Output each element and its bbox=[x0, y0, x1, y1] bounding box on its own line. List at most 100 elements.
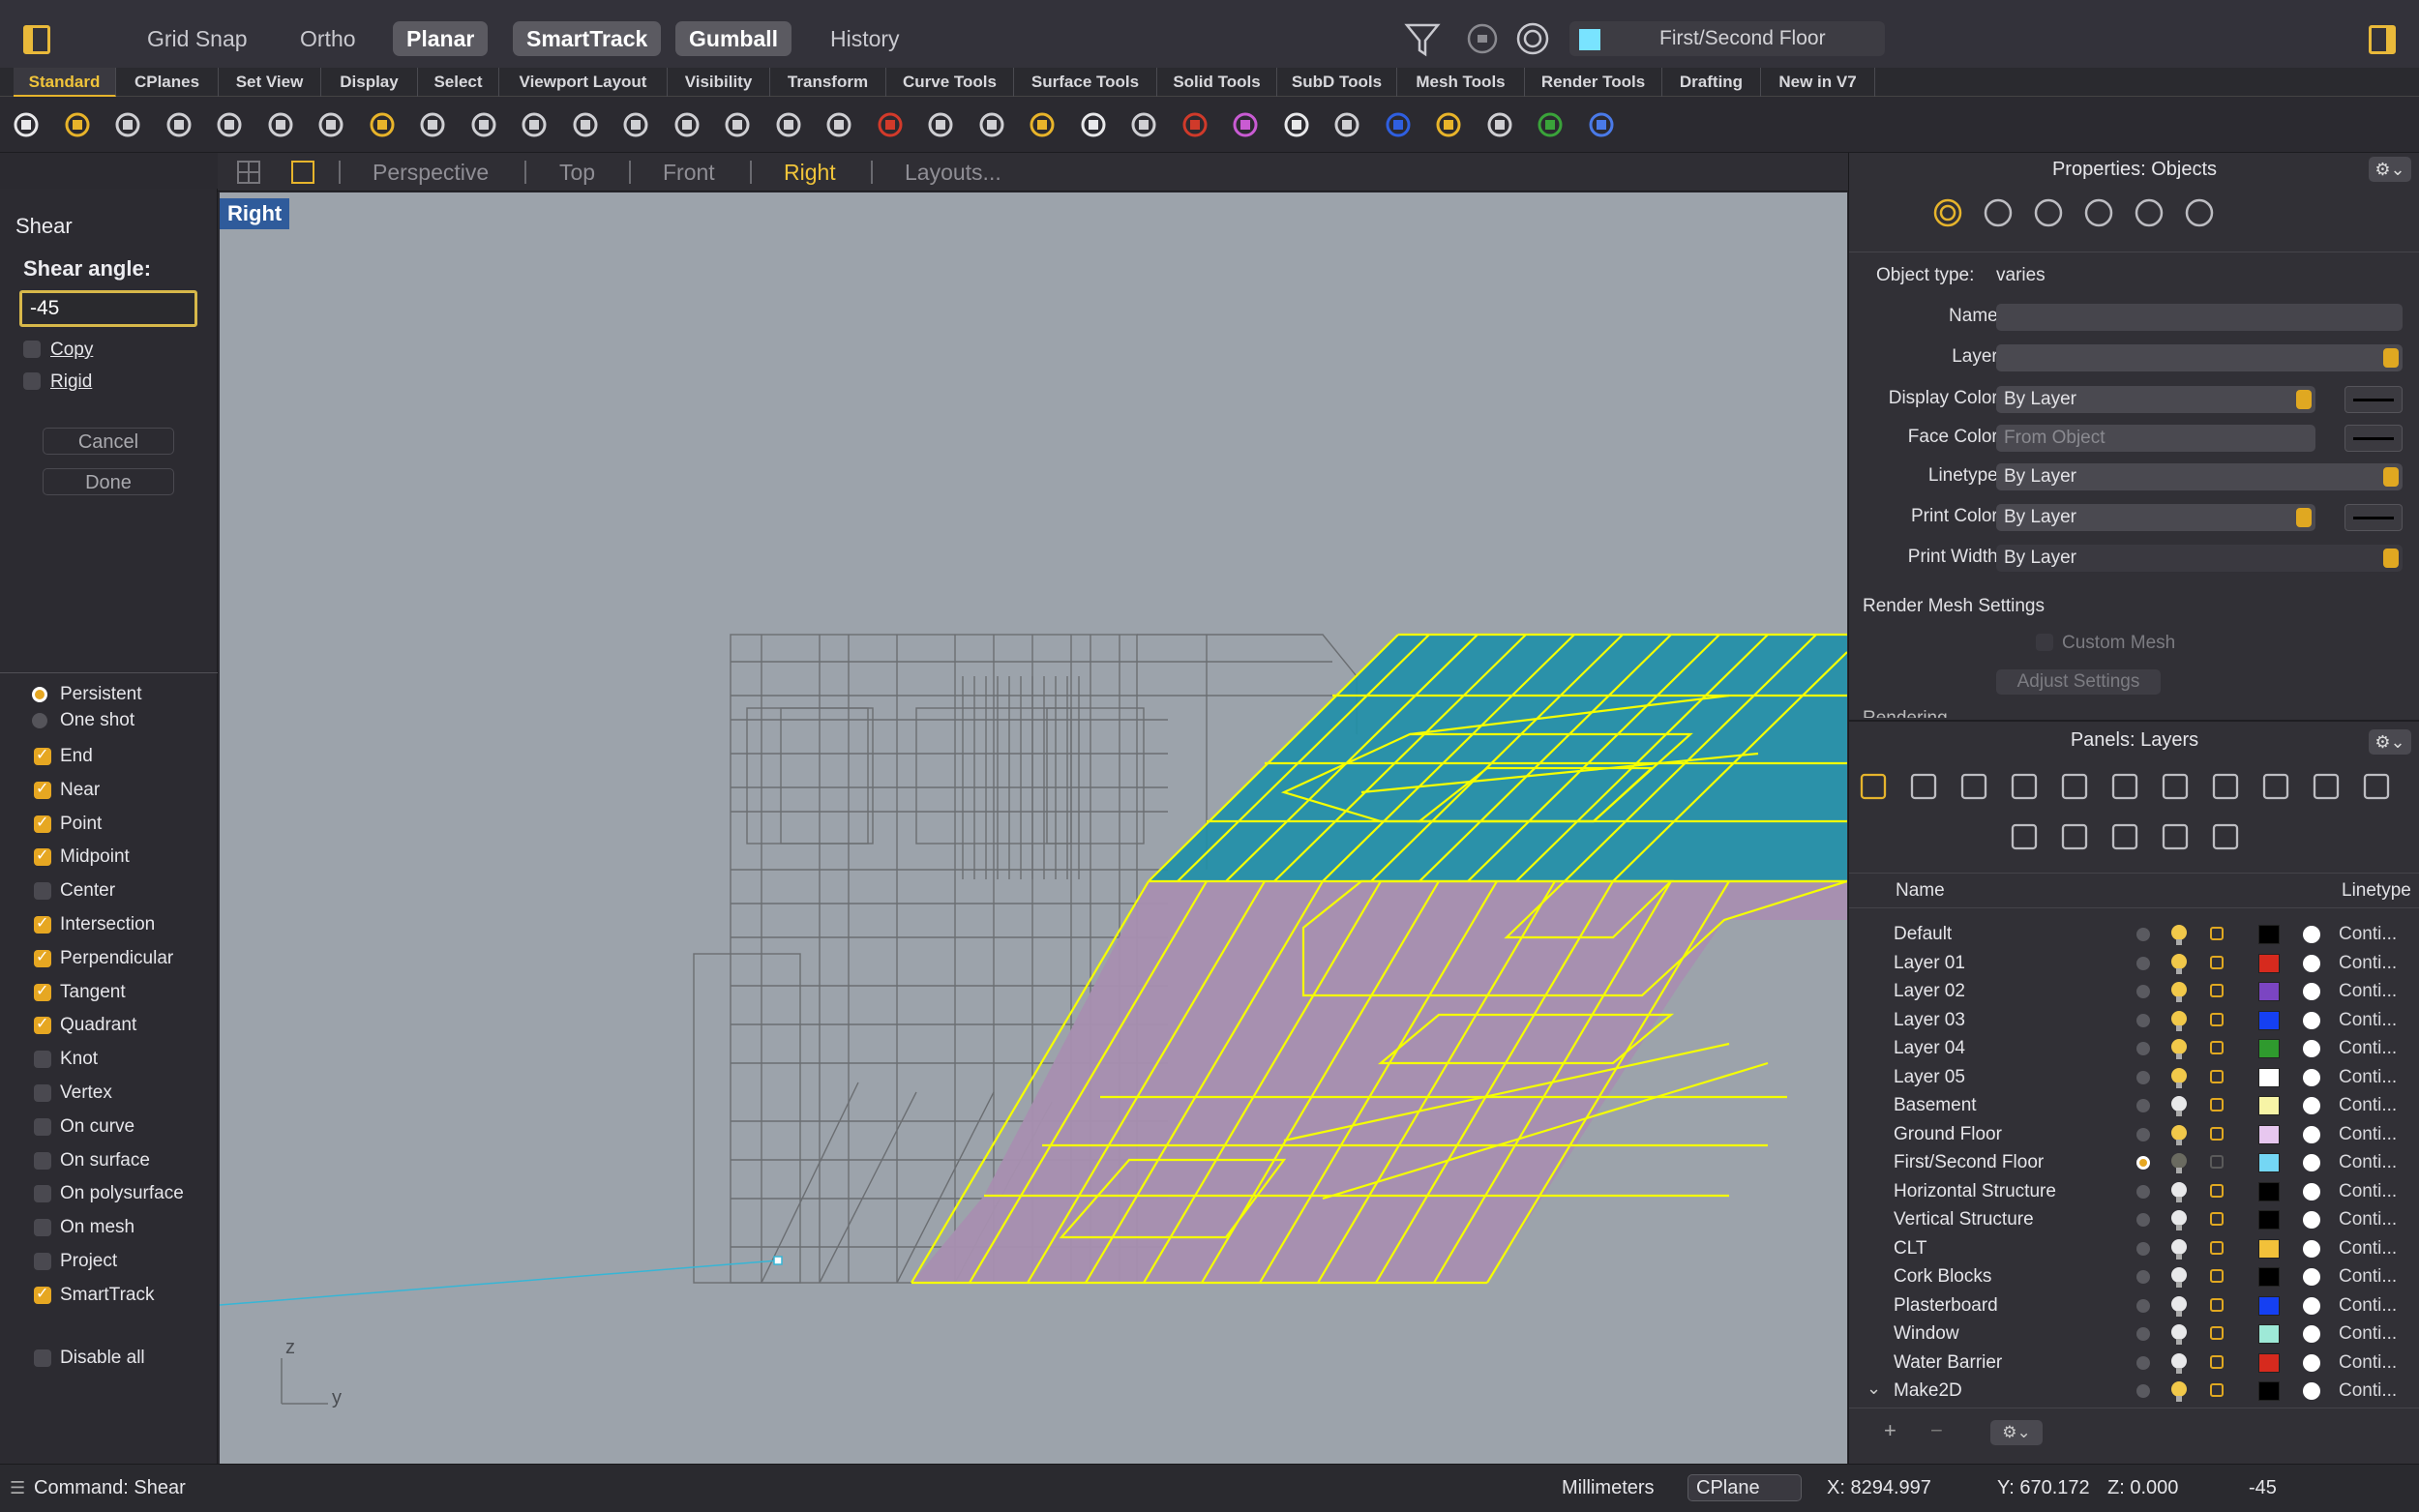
visibility-bulb-icon[interactable] bbox=[2171, 1238, 2187, 1260]
osnap-checkbox[interactable] bbox=[34, 1253, 51, 1270]
layer-color-swatch[interactable] bbox=[2258, 1010, 2280, 1030]
layer-color-swatch[interactable] bbox=[2258, 1324, 2280, 1344]
rotate-view-icon[interactable] bbox=[518, 108, 551, 141]
layer-linetype[interactable]: Conti... bbox=[2339, 1319, 2397, 1348]
grid-icon[interactable] bbox=[924, 108, 957, 141]
current-layer-indicator[interactable] bbox=[2136, 956, 2150, 970]
layer-name[interactable]: Plasterboard bbox=[1894, 1291, 1998, 1319]
notes-icon[interactable] bbox=[2257, 768, 2294, 805]
osnap-item-label[interactable]: Quadrant bbox=[60, 1015, 136, 1036]
current-layer-indicator[interactable] bbox=[2136, 1013, 2150, 1027]
osnap-item-label[interactable]: On polysurface bbox=[60, 1183, 184, 1204]
history-toggle[interactable]: History bbox=[817, 21, 913, 56]
tools-icon[interactable] bbox=[2207, 768, 2244, 805]
add-layer-button[interactable]: + bbox=[1884, 1418, 1896, 1443]
name-field[interactable] bbox=[1996, 304, 2403, 331]
zoom-selected-icon[interactable] bbox=[721, 108, 754, 141]
lock-icon[interactable] bbox=[2210, 1297, 2224, 1312]
osnap-item-label[interactable]: Point bbox=[60, 814, 102, 835]
material-icon[interactable] bbox=[2303, 1097, 2320, 1114]
current-layer-indicator[interactable] bbox=[2136, 1298, 2150, 1313]
layer-color-swatch[interactable] bbox=[2258, 1238, 2280, 1259]
filter-icon[interactable] bbox=[1403, 19, 1442, 58]
zoom-window-icon[interactable] bbox=[619, 108, 652, 141]
expand-chevron-icon[interactable]: ⌄ bbox=[1867, 1379, 1881, 1399]
layer-linetype[interactable]: Conti... bbox=[2339, 1148, 2397, 1176]
osnap-checkbox[interactable] bbox=[34, 947, 51, 967]
osnap-checkbox[interactable] bbox=[34, 981, 51, 1001]
display-color-dropdown[interactable]: By Layer bbox=[1996, 386, 2315, 413]
model-geometry[interactable]: z y bbox=[220, 193, 1847, 1464]
tab-visibility[interactable]: Visibility bbox=[668, 68, 770, 97]
tab-drafting[interactable]: Drafting bbox=[1662, 68, 1761, 97]
displacement-icon[interactable] bbox=[2182, 195, 2217, 230]
lock-icon[interactable] bbox=[2210, 984, 2224, 997]
tab-set-view[interactable]: Set View bbox=[219, 68, 321, 97]
linetype-dropdown[interactable]: By Layer bbox=[1996, 463, 2403, 490]
target-icon[interactable] bbox=[1515, 21, 1550, 56]
rendering-icon[interactable] bbox=[2106, 818, 2143, 855]
osnap-checkbox[interactable] bbox=[34, 1014, 51, 1035]
layer-color-swatch[interactable] bbox=[2258, 1039, 2280, 1058]
layer-linetype[interactable]: Conti... bbox=[2339, 1205, 2397, 1233]
disable-all-label[interactable]: Disable all bbox=[60, 1348, 145, 1369]
layer-name[interactable]: Layer 02 bbox=[1894, 977, 1965, 1005]
layer-color-swatch[interactable] bbox=[2258, 953, 2280, 973]
save-icon[interactable] bbox=[111, 108, 144, 141]
osnap-checkbox[interactable] bbox=[34, 1117, 51, 1136]
layer-color-swatch[interactable] bbox=[2258, 982, 2280, 1001]
layer-color-swatch[interactable] bbox=[2258, 1124, 2280, 1144]
tab-select[interactable]: Select bbox=[418, 68, 499, 97]
right-viewport[interactable]: Right z y bbox=[220, 193, 1847, 1464]
layer-name[interactable]: Layer 05 bbox=[1894, 1063, 1965, 1091]
layer-options-gear-icon[interactable]: ⚙⌄ bbox=[1990, 1420, 2043, 1445]
current-layer-select[interactable]: First/Second Floor bbox=[1569, 21, 1885, 56]
osnap-checkbox[interactable] bbox=[34, 913, 51, 934]
lock-icon[interactable] bbox=[2210, 1240, 2224, 1255]
print-color-chip[interactable] bbox=[2344, 504, 2403, 531]
paste-icon[interactable] bbox=[366, 108, 399, 141]
grid-panel-icon[interactable] bbox=[2006, 818, 2043, 855]
current-layer-indicator[interactable] bbox=[2136, 1213, 2150, 1227]
layer-name[interactable]: Layer 03 bbox=[1894, 1006, 1965, 1034]
grid-snap-toggle[interactable]: Grid Snap bbox=[134, 21, 261, 56]
material-icon[interactable] bbox=[2303, 1382, 2320, 1400]
display-color-chip[interactable] bbox=[2344, 386, 2403, 413]
tab-transform[interactable]: Transform bbox=[770, 68, 886, 97]
current-layer-indicator[interactable] bbox=[2136, 928, 2150, 941]
layer-linetype[interactable]: Conti... bbox=[2339, 1262, 2397, 1290]
visibility-bulb-icon[interactable] bbox=[2171, 925, 2187, 945]
material-icon[interactable] bbox=[2303, 983, 2320, 1000]
layer-name[interactable]: First/Second Floor bbox=[1894, 1148, 2044, 1176]
blue-sphere-icon[interactable] bbox=[1382, 108, 1415, 141]
object-icon[interactable] bbox=[2006, 768, 2043, 805]
tab-mesh-tools[interactable]: Mesh Tools bbox=[1397, 68, 1525, 97]
remove-layer-button[interactable]: − bbox=[1930, 1418, 1943, 1443]
layer-linetype[interactable]: Conti... bbox=[2339, 1091, 2397, 1119]
car-icon[interactable] bbox=[874, 108, 907, 141]
osnap-item-label[interactable]: Knot bbox=[60, 1049, 98, 1070]
material-icon[interactable] bbox=[2303, 1296, 2320, 1315]
osnap-checkbox[interactable] bbox=[34, 845, 51, 867]
layer-row[interactable]: Vertical Structure Conti... bbox=[1849, 1205, 2419, 1233]
tab-new-in-v7[interactable]: New in V7 bbox=[1761, 68, 1875, 97]
visibility-bulb-icon[interactable] bbox=[2171, 1267, 2187, 1288]
tab-display[interactable]: Display bbox=[321, 68, 418, 97]
osnap-mode-label[interactable]: Persistent bbox=[60, 684, 141, 705]
layer-name[interactable]: Default bbox=[1894, 920, 1952, 948]
units-label[interactable]: Millimeters bbox=[1562, 1477, 1655, 1499]
visibility-bulb-icon[interactable] bbox=[2171, 1181, 2187, 1202]
shear-angle-input[interactable] bbox=[19, 290, 197, 327]
material-icon[interactable] bbox=[2303, 1268, 2320, 1286]
visibility-bulb-icon[interactable] bbox=[2171, 1039, 2187, 1059]
material-icon[interactable] bbox=[2303, 1211, 2320, 1229]
copy-icon[interactable] bbox=[314, 108, 347, 141]
rigid-option-label[interactable]: Rigid bbox=[50, 371, 92, 393]
layer-color-swatch[interactable] bbox=[2258, 1153, 2280, 1172]
layer-name[interactable]: Horizontal Structure bbox=[1894, 1177, 2056, 1205]
osnap-checkbox[interactable] bbox=[34, 813, 51, 833]
pen-icon[interactable] bbox=[1432, 108, 1465, 141]
pan-icon[interactable] bbox=[467, 108, 500, 141]
layer-color-swatch[interactable] bbox=[2258, 1295, 2280, 1316]
layer-linetype[interactable]: Conti... bbox=[2339, 1034, 2397, 1062]
